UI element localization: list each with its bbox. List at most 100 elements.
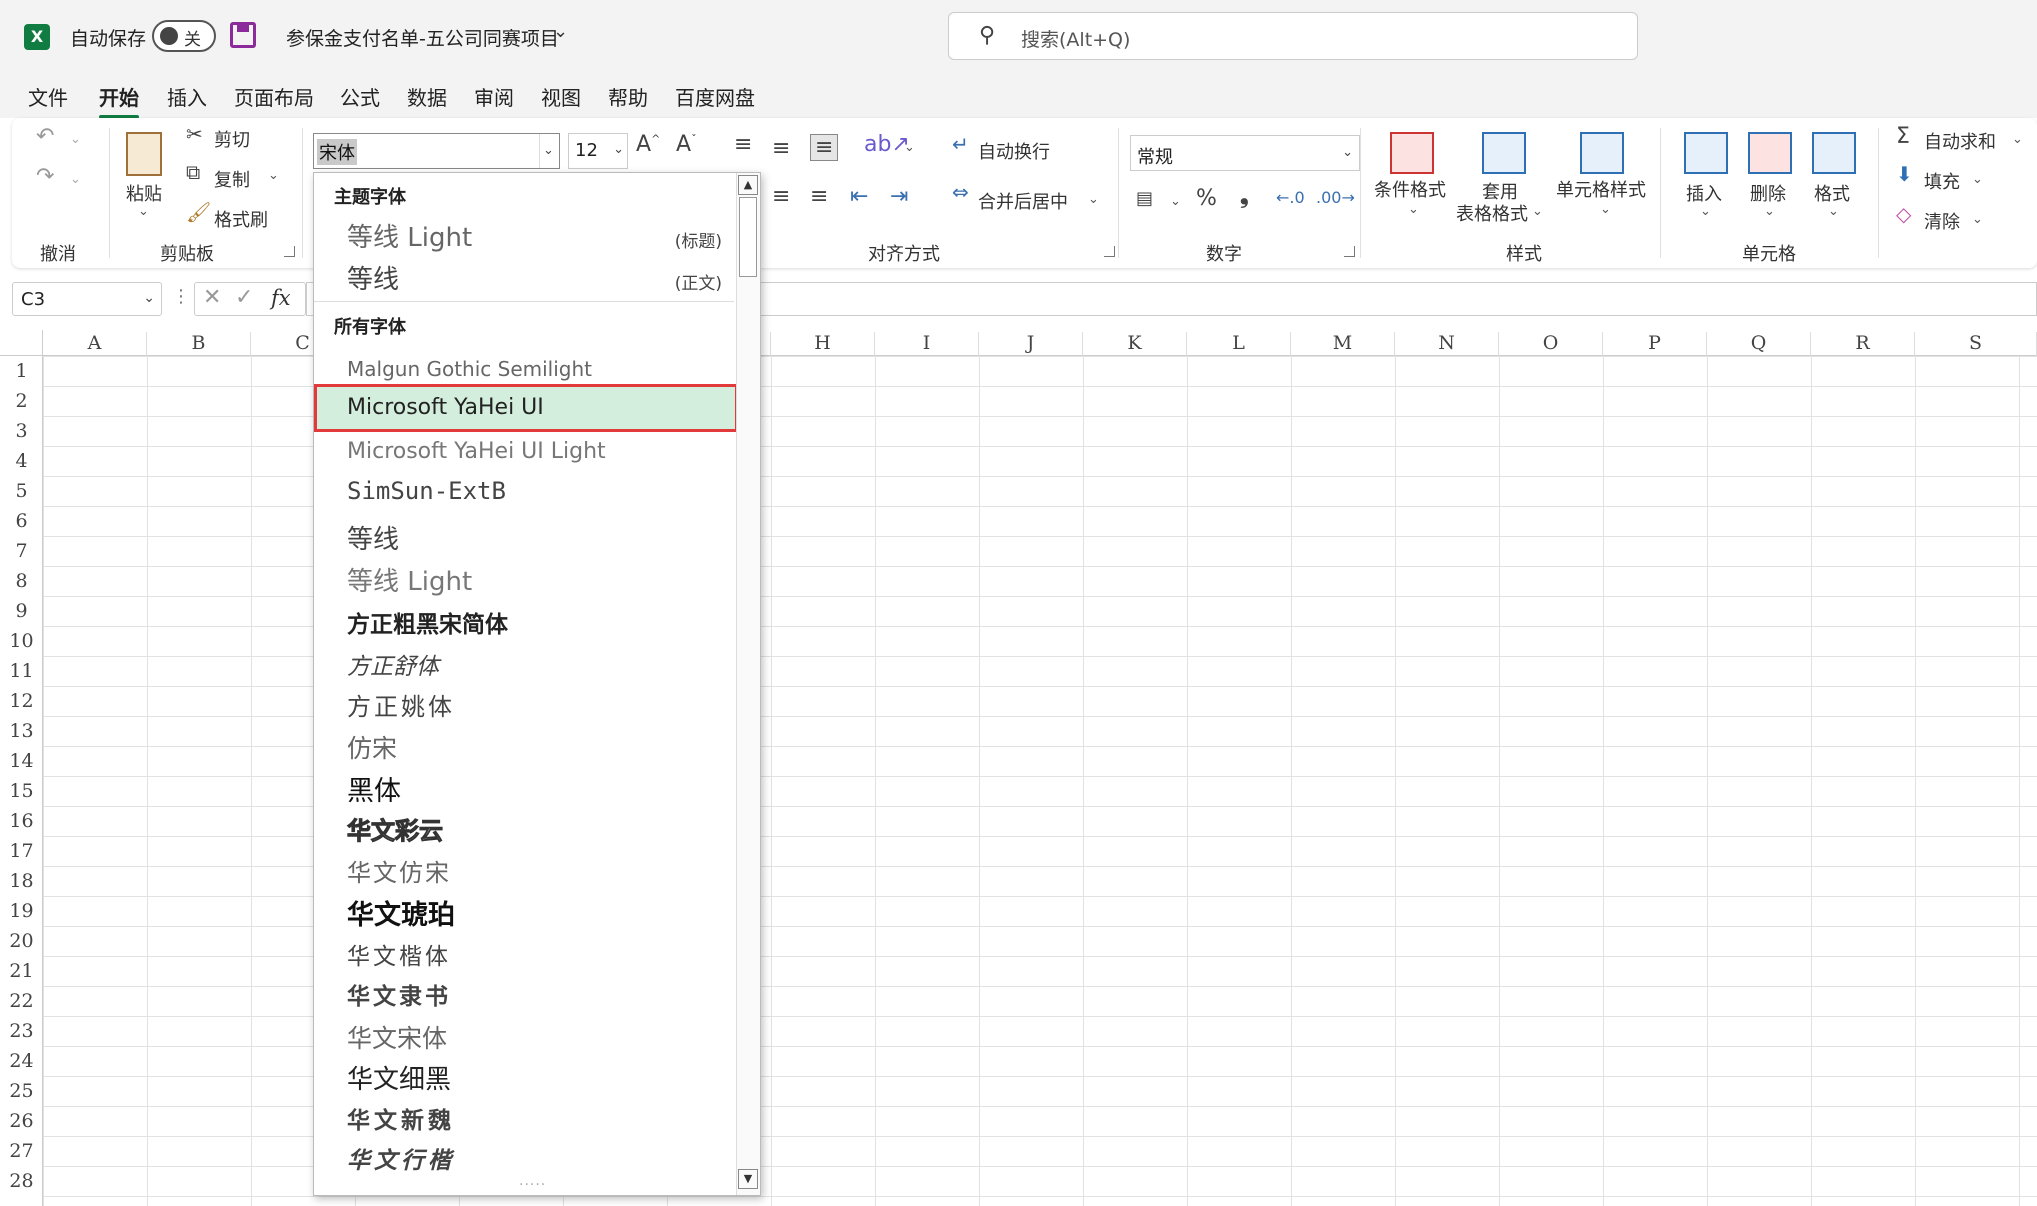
row-header[interactable]: 27 <box>0 1136 43 1166</box>
number-format-combobox[interactable]: 常规 ⌄ <box>1130 135 1360 171</box>
row-header[interactable]: 12 <box>0 686 43 716</box>
row-header[interactable]: 15 <box>0 776 43 806</box>
decrease-font-icon[interactable]: Aˇ <box>676 132 697 157</box>
font-list-item[interactable]: Malgun Gothic Semilight <box>347 357 592 381</box>
name-box[interactable]: C3 ⌄ <box>12 282 162 316</box>
column-header[interactable]: N <box>1395 332 1499 356</box>
increase-indent-icon[interactable]: ⇥ <box>890 184 908 209</box>
row-header[interactable]: 26 <box>0 1106 43 1136</box>
chevron-down-icon[interactable]: ⌄ <box>1170 194 1181 209</box>
accounting-format-icon[interactable]: ▤ <box>1136 188 1153 209</box>
chevron-down-icon[interactable]: ⌄ <box>904 140 915 155</box>
font-list-item[interactable]: 华文彩云 <box>347 811 444 846</box>
autosave-toggle[interactable]: 关 <box>152 20 216 52</box>
chevron-down-icon[interactable]: ⌄ <box>613 142 624 157</box>
increase-decimal-icon[interactable]: ←.0 <box>1276 188 1305 207</box>
row-header[interactable]: 25 <box>0 1076 43 1106</box>
table-format-label-2[interactable]: 表格格式 <box>1456 200 1528 226</box>
row-header[interactable]: 24 <box>0 1046 43 1076</box>
font-list-item[interactable]: SimSun-ExtB <box>347 477 506 505</box>
font-list-item[interactable]: 华文新魏 <box>347 1101 455 1135</box>
chevron-down-icon[interactable]: ⌄ <box>1532 204 1543 219</box>
merge-center-button[interactable]: 合并后居中 <box>978 188 1068 214</box>
font-list-item[interactable]: 等线 <box>347 519 399 556</box>
row-header[interactable]: 6 <box>0 506 43 536</box>
row-header[interactable]: 1 <box>0 356 43 386</box>
chevron-down-icon[interactable]: ⌄ <box>1828 204 1839 219</box>
align-right-icon[interactable]: ≡ <box>810 184 828 209</box>
column-header[interactable]: S <box>1915 332 2037 356</box>
scroll-up-icon[interactable]: ▲ <box>738 175 758 195</box>
align-center-icon[interactable]: ≡ <box>772 184 790 209</box>
autosum-button[interactable]: 自动求和 <box>1924 128 1996 154</box>
row-header[interactable]: 13 <box>0 716 43 746</box>
font-list-item[interactable]: Microsoft YaHei UI Light <box>347 439 606 464</box>
column-header[interactable]: I <box>875 332 979 356</box>
column-header[interactable]: A <box>43 332 147 356</box>
enter-icon[interactable]: ✓ <box>235 285 253 310</box>
fill-icon[interactable]: ⬇ <box>1896 162 1913 186</box>
tab-formulas[interactable]: 公式 <box>340 82 380 111</box>
row-header[interactable]: 20 <box>0 926 43 956</box>
font-list-item[interactable]: 华文行楷 <box>347 1141 455 1175</box>
format-painter-button[interactable]: 格式刷 <box>214 206 268 232</box>
font-name-combobox[interactable]: 宋体 ⌄ <box>313 133 560 169</box>
copy-button[interactable]: 复制 <box>214 166 250 192</box>
cell-styles-button[interactable]: 单元格样式 <box>1556 176 1646 202</box>
row-header[interactable]: 17 <box>0 836 43 866</box>
conditional-format-button[interactable]: 条件格式 <box>1374 176 1446 202</box>
comma-style-button[interactable]: ❟ <box>1240 184 1249 209</box>
font-size-combobox[interactable]: 12 ⌄ <box>568 133 628 169</box>
row-header[interactable]: 5 <box>0 476 43 506</box>
insert-function-button[interactable]: fx <box>271 286 291 310</box>
chevron-down-icon[interactable]: ⌄ <box>539 134 557 168</box>
paste-button[interactable]: 粘贴 <box>126 180 162 206</box>
column-header[interactable]: O <box>1499 332 1603 356</box>
theme-font-name[interactable]: 等线 <box>347 259 399 296</box>
delete-cells-icon[interactable] <box>1748 132 1792 174</box>
font-list-item[interactable]: 方正舒体 <box>347 647 439 681</box>
font-list-item[interactable]: 华文琥珀 <box>347 893 455 932</box>
cell-styles-icon[interactable] <box>1580 132 1624 174</box>
row-header[interactable]: 10 <box>0 626 43 656</box>
tab-view[interactable]: 视图 <box>541 82 581 111</box>
format-cells-button[interactable]: 格式 <box>1814 180 1850 206</box>
font-list-item[interactable]: 华文细黑 <box>347 1059 451 1096</box>
row-header[interactable]: 14 <box>0 746 43 776</box>
theme-font-name[interactable]: 等线 Light <box>347 217 472 254</box>
increase-font-icon[interactable]: A^ <box>636 132 660 157</box>
more-icon[interactable]: ⋮ <box>172 286 190 307</box>
font-list-item[interactable]: 华文宋体 <box>347 1019 447 1055</box>
fill-button[interactable]: 填充 <box>1924 168 1960 194</box>
column-header[interactable]: Q <box>1707 332 1811 356</box>
tab-data[interactable]: 数据 <box>407 82 447 111</box>
cut-icon[interactable]: ✂ <box>186 122 203 146</box>
undo-icon[interactable]: ↶ <box>36 124 54 149</box>
tab-baidu-netdisk[interactable]: 百度网盘 <box>675 82 755 111</box>
clear-icon[interactable]: ◇ <box>1896 202 1911 226</box>
save-icon[interactable] <box>230 22 256 48</box>
chevron-down-icon[interactable]: ⌄ <box>1972 212 1983 227</box>
select-all-corner[interactable] <box>0 330 43 356</box>
dropdown-scrollbar[interactable]: ▲ ▼ <box>736 173 760 1195</box>
alignment-launcher-icon[interactable] <box>1104 246 1115 257</box>
row-header[interactable]: 23 <box>0 1016 43 1046</box>
number-format-value[interactable]: 常规 <box>1137 143 1173 169</box>
chevron-down-icon[interactable]: ⌄ <box>2012 132 2023 147</box>
column-header[interactable]: R <box>1811 332 1915 356</box>
chevron-down-icon[interactable]: ⌄ <box>70 172 81 187</box>
font-name-value[interactable]: 宋体 <box>317 139 357 165</box>
column-header[interactable]: L <box>1187 332 1291 356</box>
font-list-item[interactable]: 黑体 <box>347 769 401 808</box>
format-cells-icon[interactable] <box>1812 132 1856 174</box>
wrap-text-button[interactable]: 自动换行 <box>978 138 1050 164</box>
row-header[interactable]: 9 <box>0 596 43 626</box>
row-header[interactable]: 28 <box>0 1166 43 1196</box>
tab-help[interactable]: 帮助 <box>608 82 648 111</box>
font-list-item[interactable]: 华文隶书 <box>347 977 451 1011</box>
row-header[interactable]: 22 <box>0 986 43 1016</box>
column-header[interactable]: P <box>1603 332 1707 356</box>
chevron-down-icon[interactable]: ⌄ <box>143 290 155 306</box>
conditional-format-icon[interactable] <box>1390 132 1434 174</box>
chevron-down-icon[interactable]: ⌄ <box>1600 202 1611 217</box>
